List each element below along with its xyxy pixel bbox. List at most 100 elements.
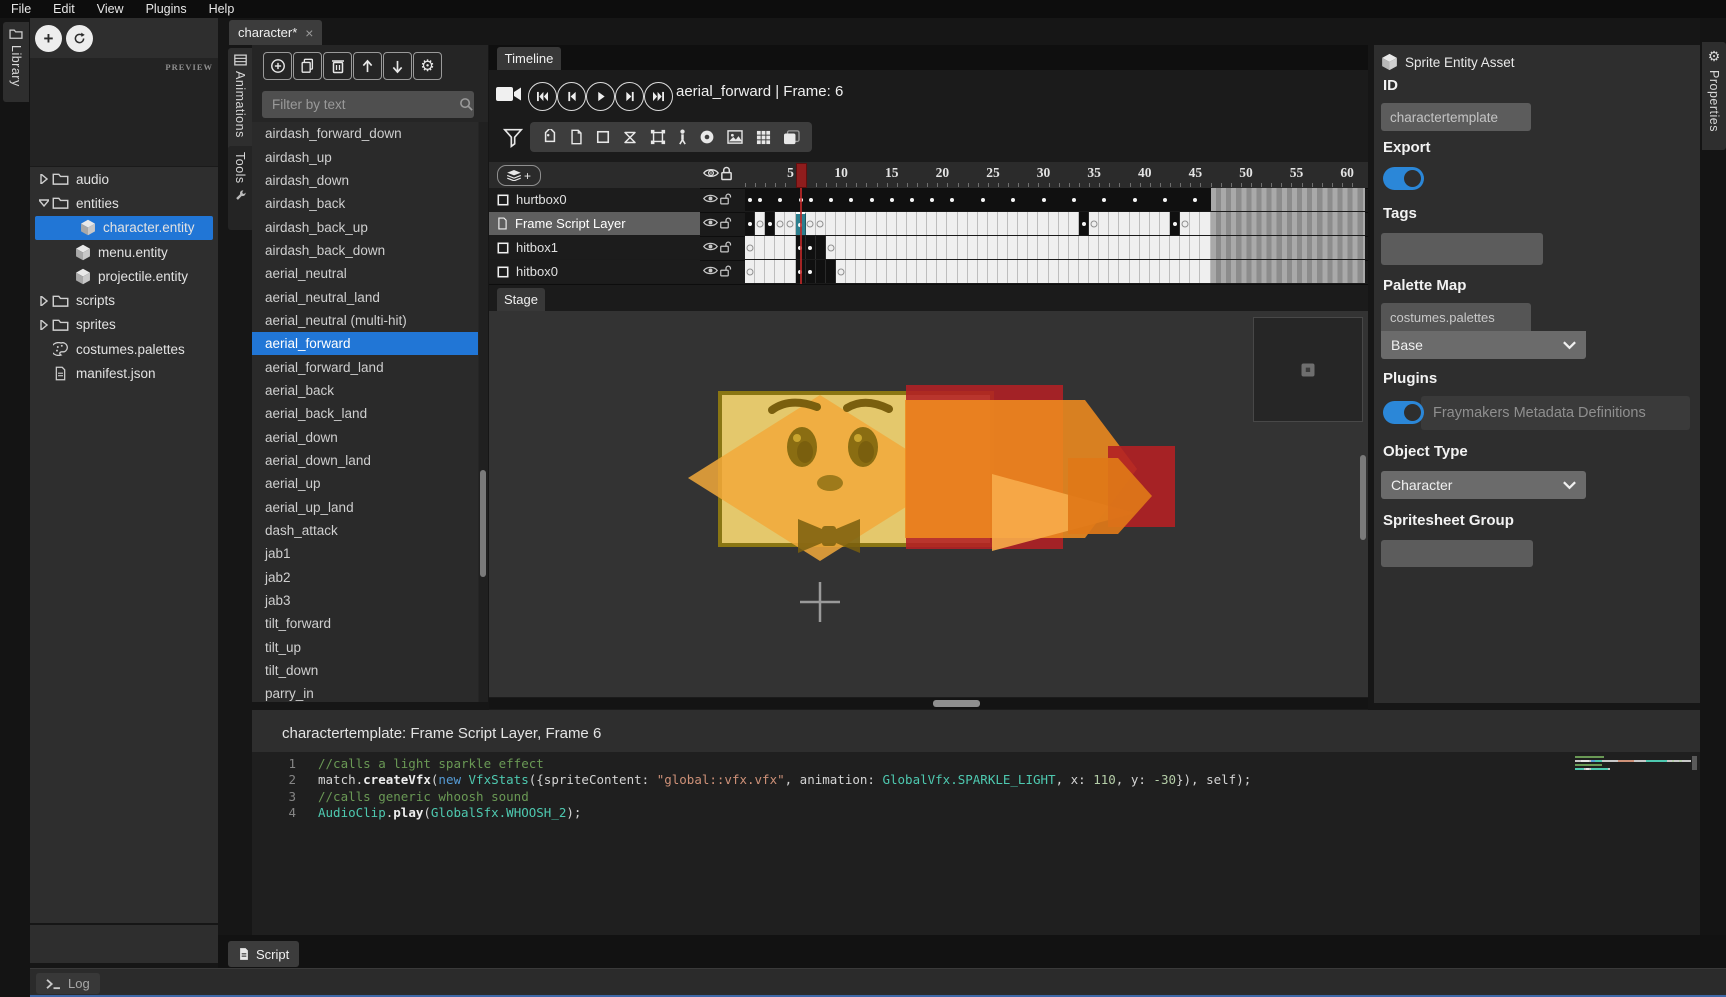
animation-item[interactable]: aerial_forward_land: [252, 355, 478, 378]
frame-cell[interactable]: [1089, 236, 1099, 259]
frame-cell[interactable]: [1059, 260, 1069, 283]
frame-cell[interactable]: [866, 236, 876, 259]
layer-name-hitbox0[interactable]: hitbox0: [489, 260, 700, 283]
frame-cell[interactable]: [1069, 212, 1079, 235]
frame-cell[interactable]: [1008, 236, 1018, 259]
log-toggle[interactable]: Log: [36, 973, 100, 994]
stage-vscrollbar[interactable]: [1360, 455, 1366, 540]
frame-cell[interactable]: [978, 236, 988, 259]
animation-item[interactable]: jab2: [252, 566, 478, 589]
frame-cell[interactable]: [1119, 260, 1129, 283]
frame-cell[interactable]: [1028, 260, 1038, 283]
frame-cell[interactable]: [988, 236, 998, 259]
plugin-toggle[interactable]: [1383, 401, 1424, 424]
frame-cell[interactable]: [897, 212, 907, 235]
move-down-button[interactable]: [383, 52, 412, 80]
menu-item-edit[interactable]: Edit: [42, 2, 86, 16]
frame-cell[interactable]: [1130, 260, 1140, 283]
frame-cell[interactable]: [1140, 212, 1150, 235]
frame-cell[interactable]: [836, 212, 846, 235]
keyframe-icon[interactable]: [699, 129, 715, 145]
skip-end-button[interactable]: [644, 82, 673, 111]
eye-icon[interactable]: [703, 216, 718, 229]
frame-cell[interactable]: [907, 260, 917, 283]
frame-cell[interactable]: [765, 212, 775, 235]
frame-cell[interactable]: [1200, 212, 1210, 235]
image-icon[interactable]: [727, 130, 743, 144]
animation-item[interactable]: parry_in: [252, 682, 478, 702]
menu-item-view[interactable]: View: [86, 2, 135, 16]
frame-cell[interactable]: [937, 212, 947, 235]
tab-timeline[interactable]: Timeline: [497, 47, 561, 70]
animation-item[interactable]: tilt_up: [252, 636, 478, 659]
frame-cell[interactable]: [1200, 260, 1210, 283]
frame-cell[interactable]: [846, 236, 856, 259]
frame-cell[interactable]: [745, 212, 755, 235]
move-up-button[interactable]: [353, 52, 382, 80]
add-asset-button[interactable]: +: [35, 25, 62, 52]
frame-cell[interactable]: [836, 236, 846, 259]
next-frame-button[interactable]: [615, 82, 644, 111]
frame-cell[interactable]: [866, 260, 876, 283]
frame-cell[interactable]: [1140, 236, 1150, 259]
frame-cell[interactable]: [1150, 260, 1160, 283]
frame-cell[interactable]: [1049, 260, 1059, 283]
frame-cell[interactable]: [806, 212, 816, 235]
frame-cell[interactable]: [968, 236, 978, 259]
animation-item[interactable]: jab1: [252, 542, 478, 565]
frame-cell[interactable]: [1170, 236, 1180, 259]
animation-item[interactable]: aerial_back: [252, 379, 478, 402]
frame-cell[interactable]: [1028, 236, 1038, 259]
animation-item[interactable]: aerial_forward: [252, 332, 478, 355]
frame-cell[interactable]: [947, 260, 957, 283]
frame-cell[interactable]: [1008, 212, 1018, 235]
frame-cell[interactable]: [1099, 212, 1109, 235]
filter-input[interactable]: [262, 97, 459, 112]
export-toggle[interactable]: [1383, 167, 1424, 190]
frame-cell[interactable]: [1038, 260, 1048, 283]
eye-icon[interactable]: [703, 192, 718, 205]
animation-item[interactable]: aerial_back_land: [252, 402, 478, 425]
frame-cell[interactable]: [775, 260, 785, 283]
frame-cell[interactable]: [1059, 236, 1069, 259]
frame-cell[interactable]: [1180, 260, 1190, 283]
unlock-icon[interactable]: [720, 264, 732, 278]
frame-cell[interactable]: [1049, 236, 1059, 259]
frame-cell[interactable]: [998, 236, 1008, 259]
animation-item[interactable]: jab3: [252, 589, 478, 612]
frame-cell[interactable]: [988, 260, 998, 283]
add-layer-button[interactable]: +: [497, 165, 541, 186]
collapse-icon[interactable]: [36, 199, 51, 207]
tree-item-costumes-palettes[interactable]: costumes.palettes: [30, 337, 218, 361]
animation-item[interactable]: airdash_forward_down: [252, 122, 478, 145]
code-scrollbar[interactable]: [1692, 756, 1697, 770]
frame-cell[interactable]: [846, 212, 856, 235]
frame-cell[interactable]: [927, 212, 937, 235]
frame-cell[interactable]: [755, 212, 765, 235]
eye-icon[interactable]: [703, 166, 719, 180]
frame-cell[interactable]: [856, 212, 866, 235]
frame-cell[interactable]: [1160, 236, 1170, 259]
frame-cell[interactable]: [887, 212, 897, 235]
animation-item[interactable]: aerial_neutral_land: [252, 285, 478, 308]
tab-animations[interactable]: Animations: [228, 48, 252, 154]
animation-item[interactable]: dash_attack: [252, 519, 478, 542]
frame-cell[interactable]: [856, 236, 866, 259]
frame-cell[interactable]: [1109, 236, 1119, 259]
menu-item-plugins[interactable]: Plugins: [135, 2, 198, 16]
frame-cell[interactable]: [1109, 212, 1119, 235]
animation-item[interactable]: aerial_neutral (multi-hit): [252, 309, 478, 332]
frame-cell[interactable]: [988, 212, 998, 235]
frame-cell[interactable]: [755, 236, 765, 259]
frame-cell[interactable]: [856, 260, 866, 283]
animation-item[interactable]: aerial_up: [252, 472, 478, 495]
frame-cell[interactable]: [826, 260, 836, 283]
animations-scrollbar[interactable]: [479, 122, 488, 702]
frame-cell[interactable]: [826, 236, 836, 259]
tag-icon[interactable]: [542, 129, 558, 145]
filter-layers-icon[interactable]: [503, 127, 523, 149]
add-animation-button[interactable]: [263, 52, 292, 80]
frame-cell[interactable]: [1018, 212, 1028, 235]
unlock-icon[interactable]: [720, 216, 732, 230]
frame-cell[interactable]: [1170, 260, 1180, 283]
